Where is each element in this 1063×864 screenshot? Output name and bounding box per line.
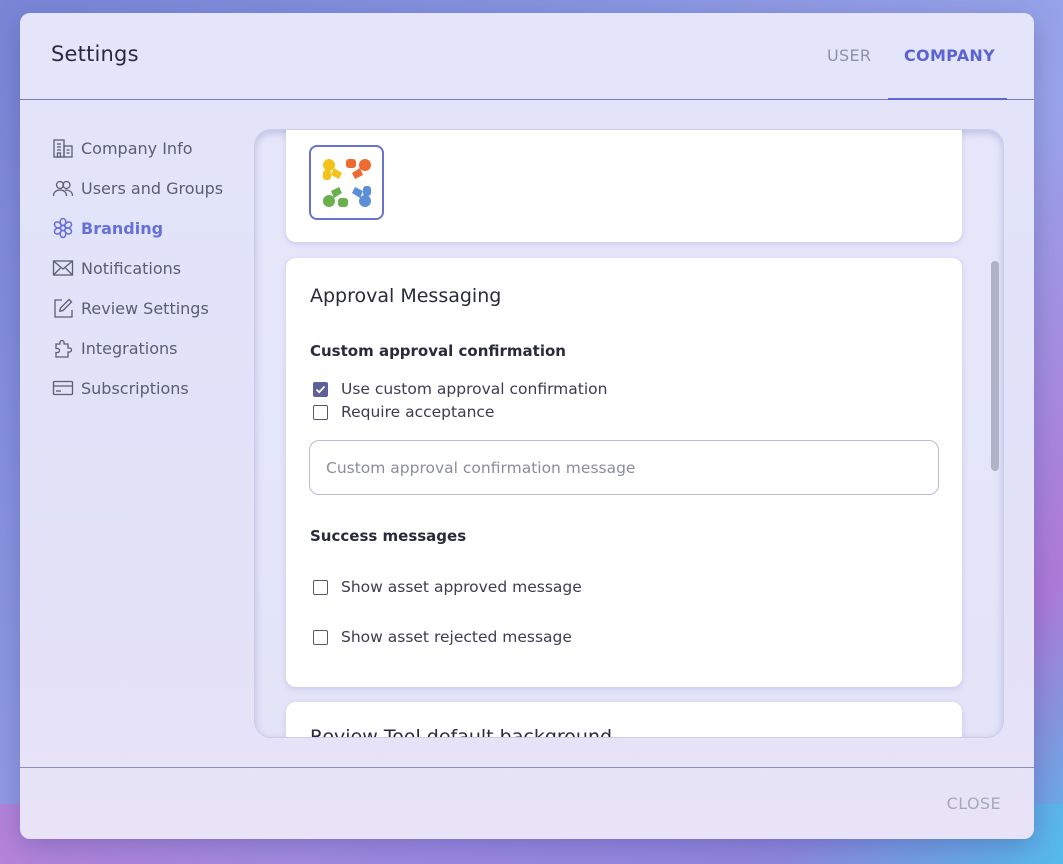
settings-sidebar: Company Info Users and Groups Branding N… — [52, 128, 252, 408]
sidebar-item-label: Review Settings — [81, 298, 209, 318]
logo-card — [286, 130, 962, 242]
branding-content-panel[interactable]: Approval Messaging Custom approval confi… — [255, 130, 1003, 737]
edit-icon — [54, 298, 73, 318]
use-custom-approval-label: Use custom approval confirmation — [341, 380, 608, 398]
approval-messaging-card: Approval Messaging Custom approval confi… — [286, 258, 962, 687]
sidebar-item-subscriptions[interactable]: Subscriptions — [52, 368, 252, 408]
sidebar-item-company-info[interactable]: Company Info — [52, 128, 252, 168]
company-logo-icon — [322, 158, 371, 207]
sidebar-item-notifications[interactable]: Notifications — [52, 248, 252, 288]
logo-upload[interactable] — [309, 145, 384, 220]
building-icon — [53, 139, 73, 158]
users-icon — [52, 180, 74, 197]
sidebar-item-branding[interactable]: Branding — [52, 208, 252, 248]
puzzle-icon — [55, 339, 73, 358]
custom-approval-message-input[interactable] — [309, 440, 939, 495]
checkbox-unchecked-icon — [313, 579, 328, 595]
envelope-icon — [52, 260, 74, 276]
settings-dialog: Settings USER COMPANY Company Info Users… — [20, 13, 1034, 839]
tab-user[interactable]: USER — [827, 46, 871, 65]
show-approved-message-label: Show asset approved message — [341, 578, 582, 596]
sidebar-item-label: Users and Groups — [81, 178, 224, 198]
show-rejected-message-label: Show asset rejected message — [341, 628, 572, 646]
tab-company[interactable]: COMPANY — [904, 46, 995, 65]
content-scrollbar[interactable] — [991, 261, 999, 471]
sidebar-item-label: Branding — [81, 218, 164, 238]
sidebar-item-label: Subscriptions — [81, 378, 189, 398]
sidebar-item-users-and-groups[interactable]: Users and Groups — [52, 168, 252, 208]
checkbox-unchecked-icon — [313, 629, 328, 645]
show-rejected-message-checkbox[interactable]: Show asset rejected message — [313, 628, 572, 646]
close-button[interactable]: CLOSE — [947, 794, 1001, 813]
sidebar-item-label: Notifications — [81, 258, 182, 278]
active-tab-indicator — [888, 98, 1007, 100]
flower-icon — [53, 217, 73, 239]
card-icon — [52, 380, 74, 396]
require-acceptance-label: Require acceptance — [341, 403, 495, 421]
custom-approval-section-label: Custom approval confirmation — [310, 342, 566, 360]
checkbox-checked-icon — [313, 381, 328, 397]
sidebar-item-integrations[interactable]: Integrations — [52, 328, 252, 368]
show-approved-message-checkbox[interactable]: Show asset approved message — [313, 578, 582, 596]
dialog-header: Settings USER COMPANY — [20, 13, 1034, 100]
review-tool-background-title: Review Tool default background — [310, 726, 613, 737]
success-messages-section-label: Success messages — [310, 527, 467, 545]
sidebar-item-review-settings[interactable]: Review Settings — [52, 288, 252, 328]
require-acceptance-checkbox[interactable]: Require acceptance — [313, 403, 494, 421]
checkbox-unchecked-icon — [313, 404, 328, 420]
review-tool-background-card: Review Tool default background — [286, 702, 962, 737]
sidebar-item-label: Integrations — [81, 338, 178, 358]
use-custom-approval-checkbox[interactable]: Use custom approval confirmation — [313, 380, 607, 398]
dialog-footer: CLOSE — [20, 767, 1034, 839]
sidebar-item-label: Company Info — [81, 138, 193, 158]
dialog-title: Settings — [51, 42, 139, 66]
approval-messaging-title: Approval Messaging — [310, 285, 502, 307]
